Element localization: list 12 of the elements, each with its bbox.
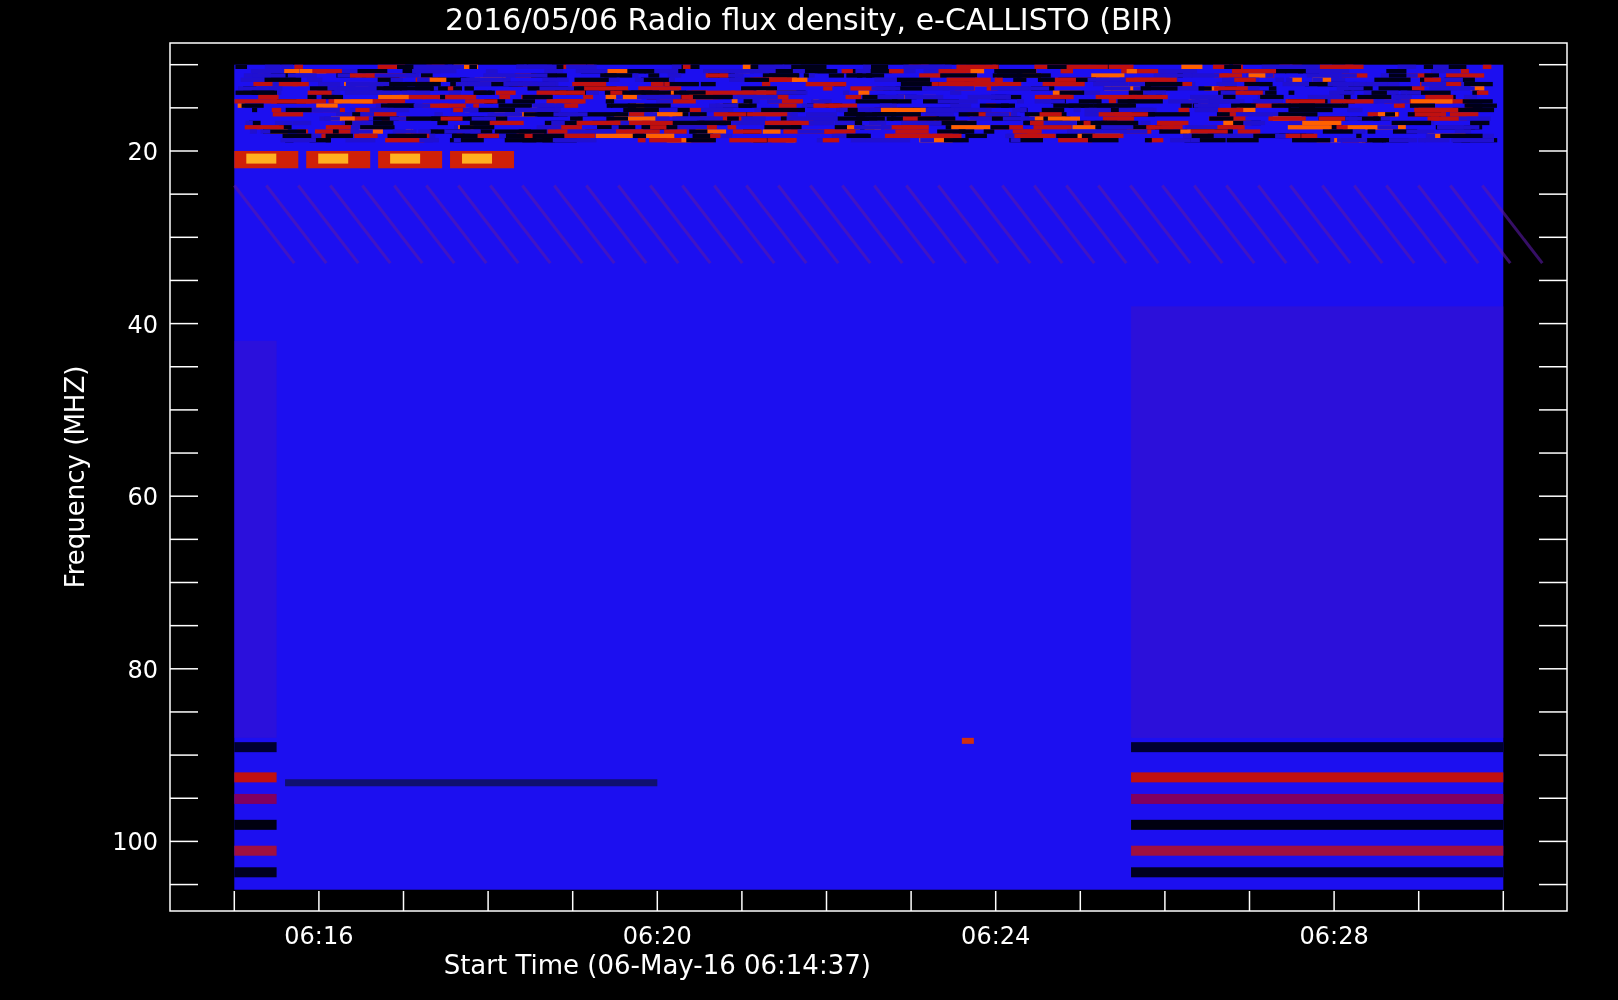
y-axis-label: Frequency (MHZ) xyxy=(60,365,90,589)
x-tick-label: 06:24 xyxy=(961,922,1031,950)
chart-title: 2016/05/06 Radio flux density, e-CALLISTO (BIR) xyxy=(445,1,1173,39)
x-tick-label: 06:28 xyxy=(1299,922,1369,950)
y-tick-label: 40 xyxy=(127,310,158,339)
y-tick-label: 60 xyxy=(127,483,158,512)
y-tick-label: 100 xyxy=(112,828,158,857)
y-tick-label: 80 xyxy=(127,655,158,684)
x-tick-label: 06:16 xyxy=(284,922,354,950)
x-tick-label: 06:20 xyxy=(622,922,692,950)
x-axis-label: Start Time (06-May-16 06:14:37) xyxy=(443,950,871,980)
y-tick-label: 20 xyxy=(127,138,158,166)
